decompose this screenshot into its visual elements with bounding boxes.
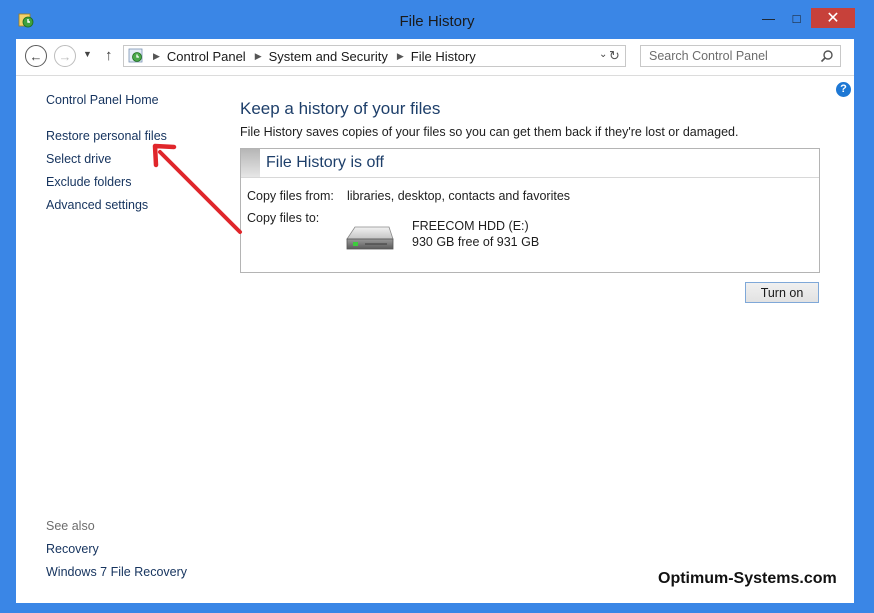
- watermark-text: Optimum-Systems.com: [658, 570, 837, 587]
- close-button[interactable]: ✕: [811, 8, 855, 28]
- navigation-bar: ← → ▼ ↑ ▶ Control Panel ▶ System and Sec…: [16, 39, 854, 76]
- address-bar[interactable]: ▶ Control Panel ▶ System and Security ▶ …: [123, 45, 626, 67]
- turn-on-button[interactable]: Turn on: [745, 282, 819, 303]
- drive-free-space: 930 GB free of 931 GB: [412, 235, 540, 249]
- content-area: ← → ▼ ↑ ▶ Control Panel ▶ System and Sec…: [16, 39, 854, 603]
- breadcrumb: ▶ Control Panel ▶ System and Security ▶ …: [144, 49, 476, 64]
- copy-from-label: Copy files from:: [247, 189, 334, 203]
- sidebar-recovery[interactable]: Recovery: [46, 542, 99, 556]
- minimize-icon: —: [762, 10, 775, 26]
- search-input[interactable]: [641, 46, 817, 66]
- hard-drive-icon: [346, 226, 394, 250]
- sidebar-control-panel-home[interactable]: Control Panel Home: [46, 93, 159, 107]
- status-indicator: [241, 149, 260, 177]
- copy-from-value: libraries, desktop, contacts and favorit…: [347, 189, 571, 203]
- minimize-button[interactable]: —: [755, 8, 782, 28]
- breadcrumb-system-and-security[interactable]: System and Security: [269, 49, 388, 64]
- breadcrumb-control-panel[interactable]: Control Panel: [167, 49, 246, 64]
- status-header: File History is off: [241, 149, 819, 178]
- title-bar[interactable]: File History — □ ✕: [0, 0, 874, 40]
- page-description: File History saves copies of your files …: [240, 125, 739, 139]
- search-box[interactable]: [640, 45, 841, 67]
- maximize-button[interactable]: □: [783, 8, 810, 28]
- help-icon[interactable]: ?: [836, 82, 851, 97]
- copy-to-label: Copy files to:: [247, 211, 320, 225]
- forward-button[interactable]: →: [54, 45, 76, 67]
- refresh-icon: ↻: [609, 48, 620, 63]
- close-icon: ✕: [826, 10, 840, 27]
- see-also-heading: See also: [46, 519, 95, 533]
- recent-locations-dropdown-icon[interactable]: ▼: [83, 49, 92, 59]
- refresh-button[interactable]: ↻: [604, 45, 626, 67]
- status-text: File History is off: [266, 154, 384, 171]
- sidebar-exclude-folders[interactable]: Exclude folders: [46, 175, 131, 189]
- chevron-right-icon[interactable]: ▶: [255, 51, 262, 62]
- maximize-icon: □: [792, 10, 801, 26]
- search-icon[interactable]: [820, 49, 834, 63]
- control-panel-icon: [128, 48, 144, 64]
- drive-name: FREECOM HDD (E:): [412, 219, 529, 233]
- chevron-right-icon[interactable]: ▶: [397, 51, 404, 62]
- sidebar-windows-7-file-recovery[interactable]: Windows 7 File Recovery: [46, 565, 187, 579]
- forward-arrow-icon: →: [58, 48, 72, 64]
- file-history-status-panel: File History is off Copy files from: lib…: [240, 148, 820, 273]
- sidebar-restore-personal-files[interactable]: Restore personal files: [46, 129, 167, 143]
- chevron-right-icon[interactable]: ▶: [153, 51, 160, 62]
- page-title: Keep a history of your files: [240, 99, 441, 118]
- sidebar-advanced-settings[interactable]: Advanced settings: [46, 198, 148, 212]
- breadcrumb-file-history[interactable]: File History: [411, 49, 476, 64]
- window-frame: File History — □ ✕ ← → ▼ ↑ ▶ Control Pan…: [0, 0, 874, 613]
- back-arrow-icon: ←: [29, 48, 43, 64]
- back-button[interactable]: ←: [25, 45, 47, 67]
- sidebar-select-drive[interactable]: Select drive: [46, 152, 111, 166]
- up-arrow-icon[interactable]: ↑: [105, 47, 113, 64]
- window-title: File History: [399, 13, 475, 30]
